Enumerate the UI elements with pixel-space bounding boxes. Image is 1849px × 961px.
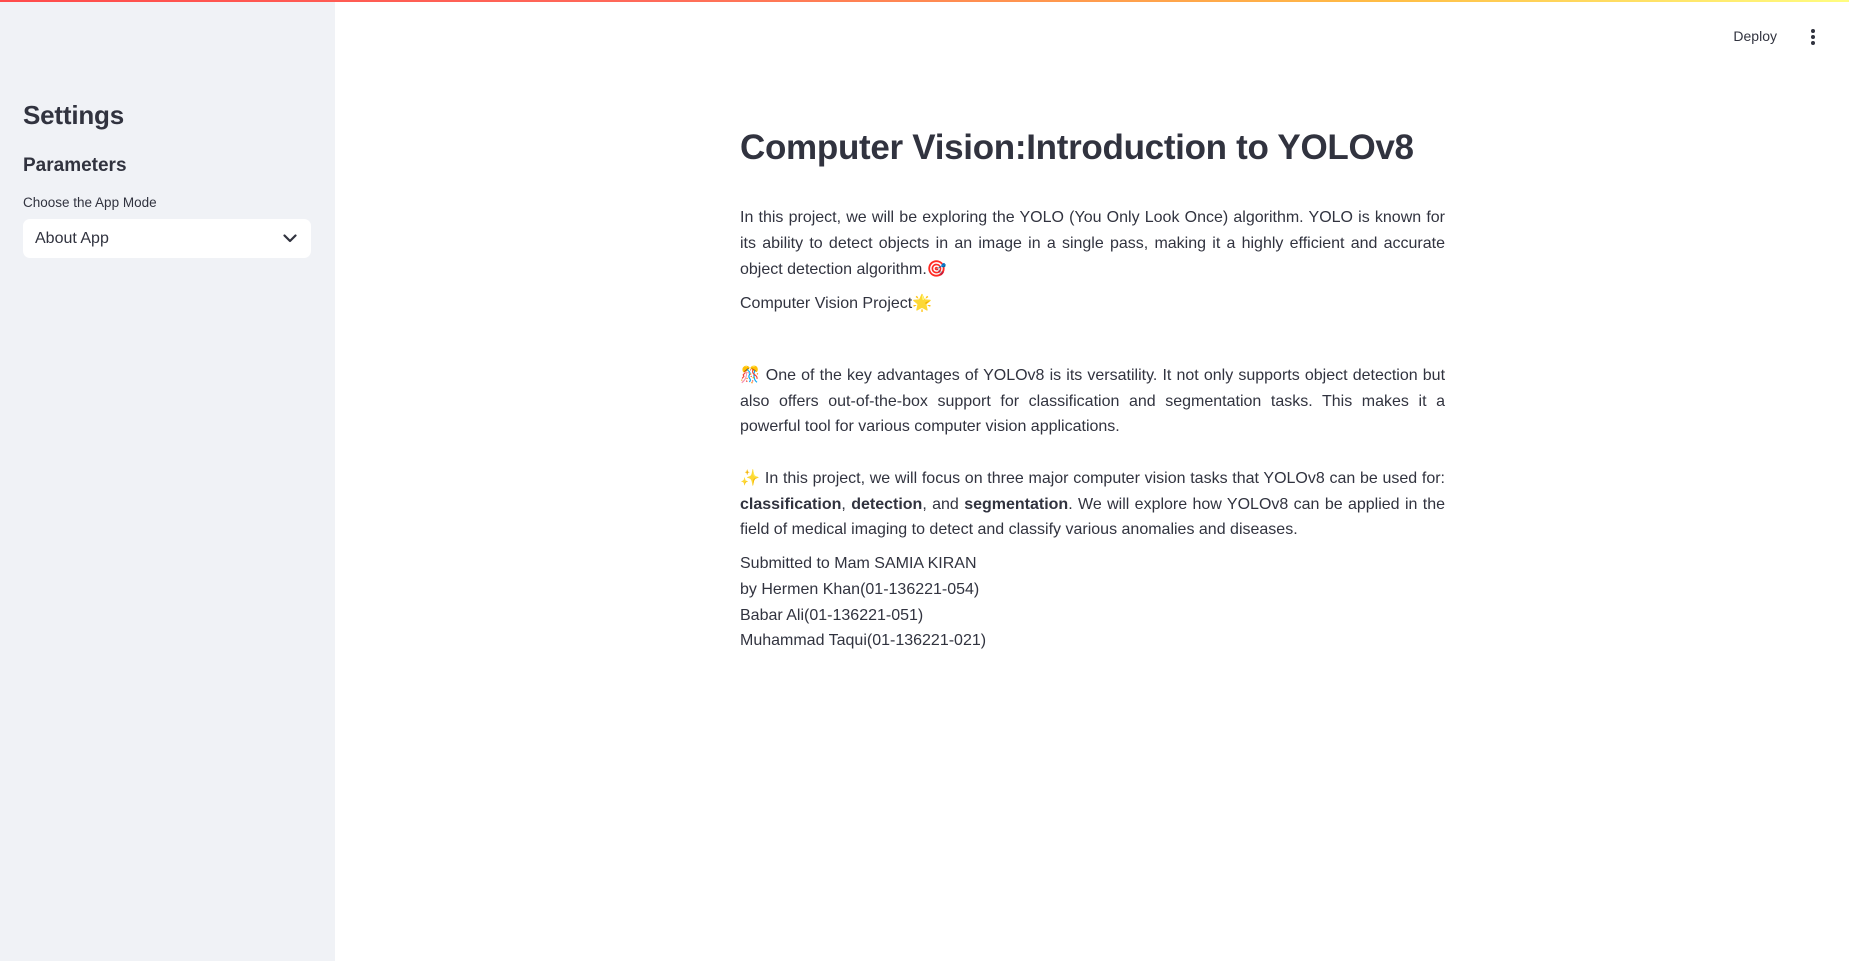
credit-line: by Hermen Khan(01-136221-054) (740, 581, 980, 598)
chevron-down-icon (281, 230, 299, 248)
sparkles-icon: ✨ (740, 468, 761, 487)
task-segmentation: segmentation (964, 495, 1069, 513)
deploy-button[interactable]: Deploy (1733, 28, 1777, 44)
app-header: Deploy (335, 0, 1849, 60)
app-mode-selected-value: About App (35, 229, 109, 247)
sidebar-title: Settings (23, 100, 124, 130)
focus-text-start: In this project, we will focus on three … (764, 470, 1445, 487)
intro-text: In this project, we will be exploring th… (740, 209, 1445, 278)
credit-line: Submitted to Mam SAMIA KIRAN (740, 555, 977, 572)
sidebar: Settings Parameters Choose the App Mode … (0, 0, 335, 961)
advantages-paragraph: 🎊 One of the key advantages of YOLOv8 is… (740, 362, 1445, 440)
app-mode-select[interactable]: About App (23, 219, 311, 258)
star-icon: 🌟 (912, 293, 933, 312)
top-decoration-stripe (0, 0, 1849, 2)
credit-line: Muhammad Taqui(01-136221-021) (740, 632, 987, 649)
project-label-text: Computer Vision Project (740, 295, 913, 312)
advantages-text: One of the key advantages of YOLOv8 is i… (740, 367, 1446, 435)
separator: , and (922, 495, 965, 513)
project-label: Computer Vision Project🌟 (740, 293, 932, 313)
credit-line: Babar Ali(01-136221-051) (740, 607, 924, 624)
sidebar-subtitle: Parameters (23, 155, 127, 176)
task-classification: classification (740, 495, 842, 513)
kebab-menu-icon[interactable] (1807, 27, 1819, 47)
task-detection: detection (851, 495, 923, 513)
target-icon: 🎯 (926, 259, 947, 278)
confetti-icon: 🎊 (740, 365, 761, 384)
focus-paragraph: ✨ In this project, we will focus on thre… (740, 465, 1445, 543)
separator: , (841, 495, 852, 513)
page-title: Computer Vision:Introduction to YOLOv8 (740, 128, 1414, 167)
intro-paragraph: In this project, we will be exploring th… (740, 205, 1445, 283)
app-mode-label: Choose the App Mode (23, 195, 157, 210)
